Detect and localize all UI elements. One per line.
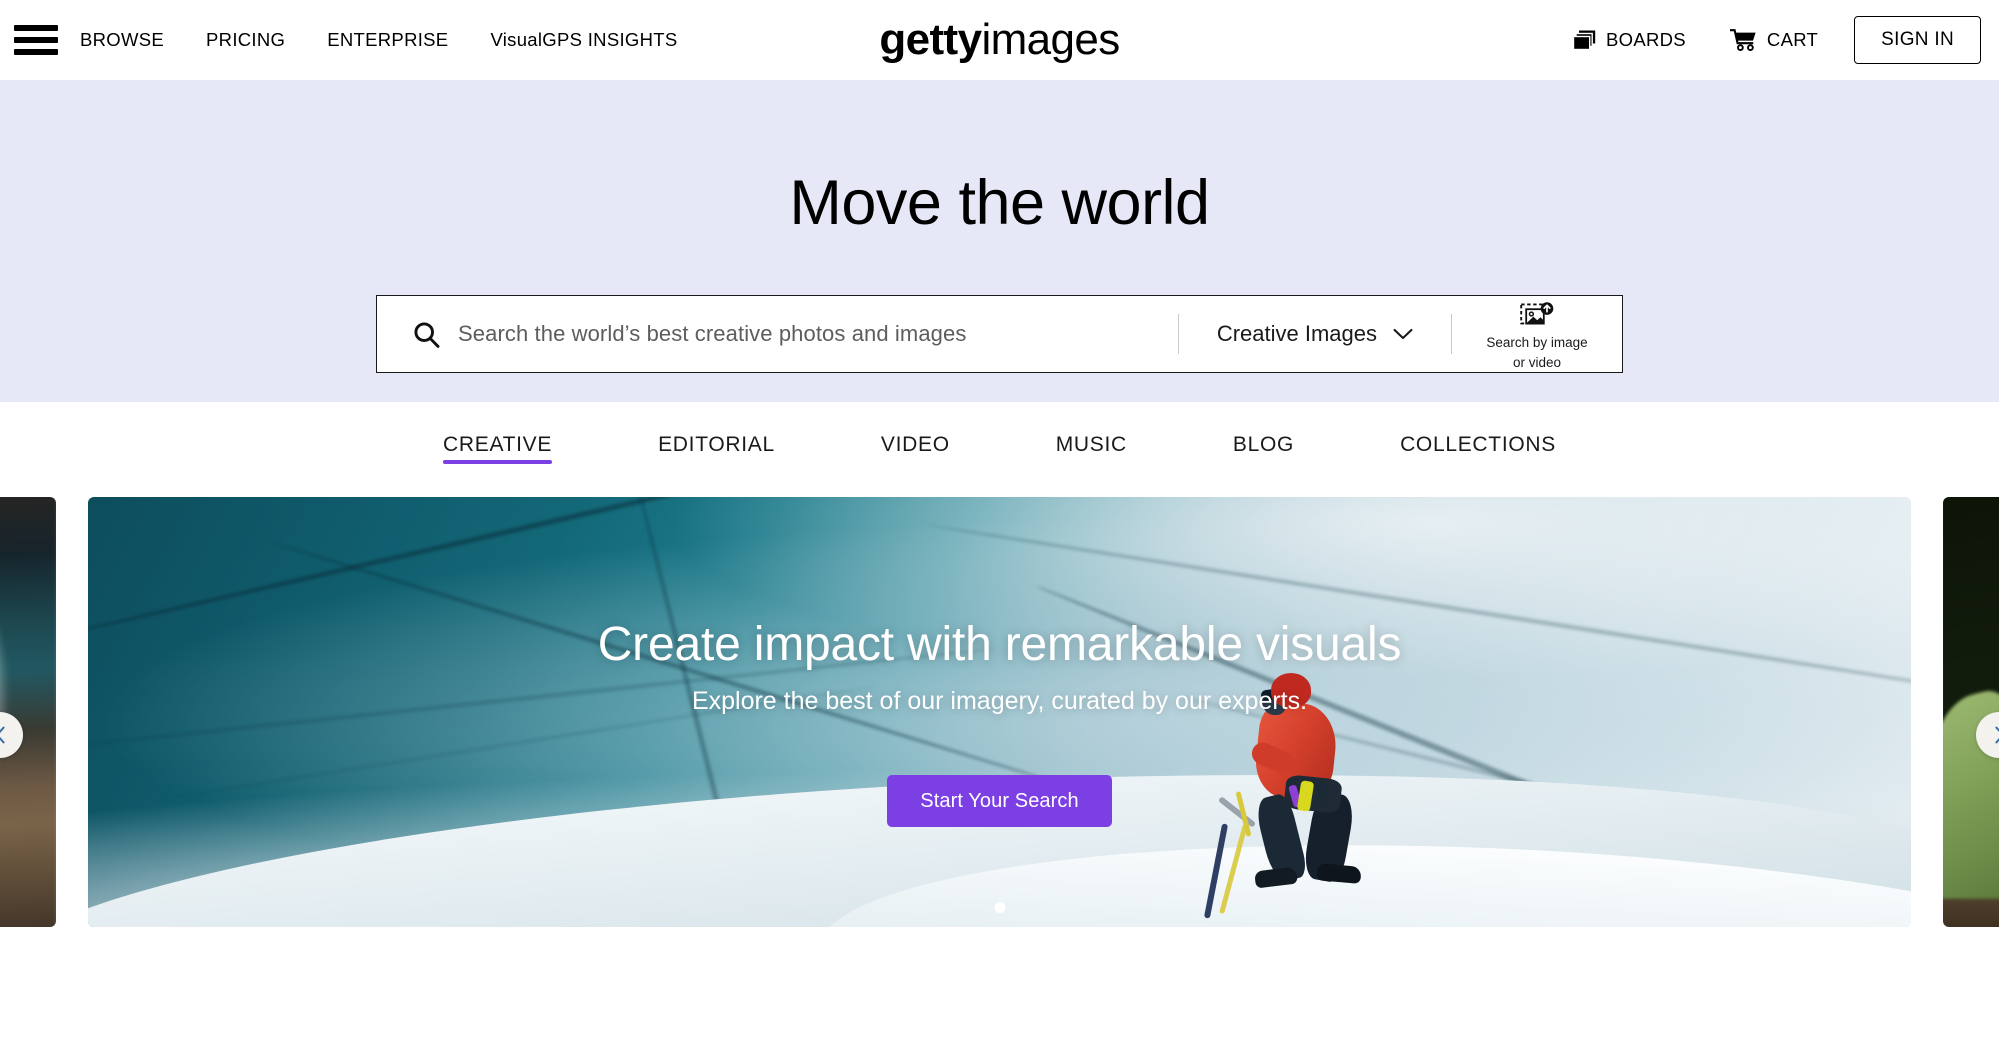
carousel-dot[interactable]: [994, 902, 1005, 913]
tab-video[interactable]: VIDEO: [828, 402, 1003, 488]
nav-item-enterprise[interactable]: ENTERPRISE: [306, 29, 469, 51]
cart-label: CART: [1766, 29, 1819, 50]
boards-label: BOARDS: [1605, 29, 1686, 50]
tab-collections-label: COLLECTIONS: [1400, 433, 1556, 456]
tab-creative[interactable]: CREATIVE: [390, 402, 605, 488]
tab-underline: [1400, 460, 1556, 464]
boards-button[interactable]: BOARDS: [1551, 29, 1708, 51]
search-field-group[interactable]: [377, 296, 1178, 372]
tab-editorial-label: EDITORIAL: [658, 433, 775, 456]
hero-carousel: Create impact with remarkable visuals Ex…: [0, 488, 1999, 1039]
carousel-dots: [994, 902, 1005, 913]
category-tabs: CREATIVE EDITORIAL VIDEO MUSIC BLOG COLL…: [0, 402, 1999, 488]
hamburger-bar: [14, 37, 58, 43]
tab-active-underline: [443, 460, 553, 464]
nav-item-pricing[interactable]: PRICING: [185, 29, 306, 51]
asset-type-label: Creative Images: [1216, 321, 1377, 346]
search-by-image-upload-icon: [1520, 302, 1554, 331]
tab-blog-label: BLOG: [1232, 433, 1295, 456]
nav-item-browse[interactable]: BROWSE: [80, 29, 185, 51]
tab-underline: [658, 460, 775, 464]
hero-search-section: Move the world Creative Images: [0, 80, 1999, 402]
shopping-cart-icon: [1729, 29, 1757, 51]
start-your-search-button[interactable]: Start Your Search: [887, 775, 1112, 828]
hamburger-bar: [14, 25, 58, 31]
primary-nav: BROWSE PRICING ENTERPRISE VisualGPS INSI…: [80, 29, 698, 51]
search-by-image-line1: Search by image: [1486, 335, 1588, 351]
tab-video-label: VIDEO: [880, 433, 950, 456]
getty-images-logo[interactable]: gettyimages: [879, 15, 1120, 64]
carousel-slide-content: Create impact with remarkable visuals Ex…: [88, 497, 1911, 927]
carousel-previous-image: [0, 497, 56, 927]
asset-type-dropdown[interactable]: Creative Images: [1179, 296, 1451, 372]
tab-underline: [881, 460, 950, 464]
logo-images: images: [981, 15, 1120, 64]
hamburger-menu-icon[interactable]: [14, 25, 58, 55]
tab-music-label: MUSIC: [1055, 433, 1127, 456]
carousel-next-image: [1943, 497, 1999, 927]
tab-blog[interactable]: BLOG: [1180, 402, 1347, 488]
carousel-slide-next[interactable]: [1943, 497, 1999, 927]
tab-underline: [1056, 460, 1127, 464]
search-input[interactable]: [458, 321, 1178, 347]
carousel-subheading: Explore the best of our imagery, curated…: [691, 687, 1308, 716]
tab-creative-label: CREATIVE: [443, 433, 553, 456]
search-magnifier-icon[interactable]: [413, 321, 440, 348]
utility-nav: BOARDS CART SIGN IN: [1551, 16, 1981, 64]
sign-in-button[interactable]: SIGN IN: [1854, 16, 1981, 64]
page-title: Move the world: [789, 168, 1210, 238]
search-by-image-button[interactable]: Search by image or video: [1452, 296, 1622, 372]
chevron-down-icon: [1393, 328, 1413, 341]
carousel-slide-active[interactable]: Create impact with remarkable visuals Ex…: [88, 497, 1911, 927]
chevron-left-icon: [0, 726, 7, 744]
cart-button[interactable]: CART: [1708, 29, 1840, 51]
nav-item-visualgps-insights[interactable]: VisualGPS INSIGHTS: [469, 29, 698, 51]
hamburger-bar: [14, 49, 58, 55]
boards-stack-icon: [1572, 30, 1596, 51]
carousel-slide-previous[interactable]: [0, 497, 56, 927]
logo-getty: getty: [879, 15, 982, 64]
carousel-heading: Create impact with remarkable visuals: [597, 618, 1402, 671]
tab-underline: [1233, 460, 1294, 464]
site-header: BROWSE PRICING ENTERPRISE VisualGPS INSI…: [0, 0, 1999, 80]
tab-music[interactable]: MUSIC: [1003, 402, 1180, 488]
search-bar: Creative Images Search by image: [376, 295, 1623, 373]
search-by-image-line2: or video: [1512, 354, 1562, 370]
tab-collections[interactable]: COLLECTIONS: [1347, 402, 1609, 488]
chevron-right-icon: [1993, 726, 1999, 744]
tab-editorial[interactable]: EDITORIAL: [605, 402, 828, 488]
